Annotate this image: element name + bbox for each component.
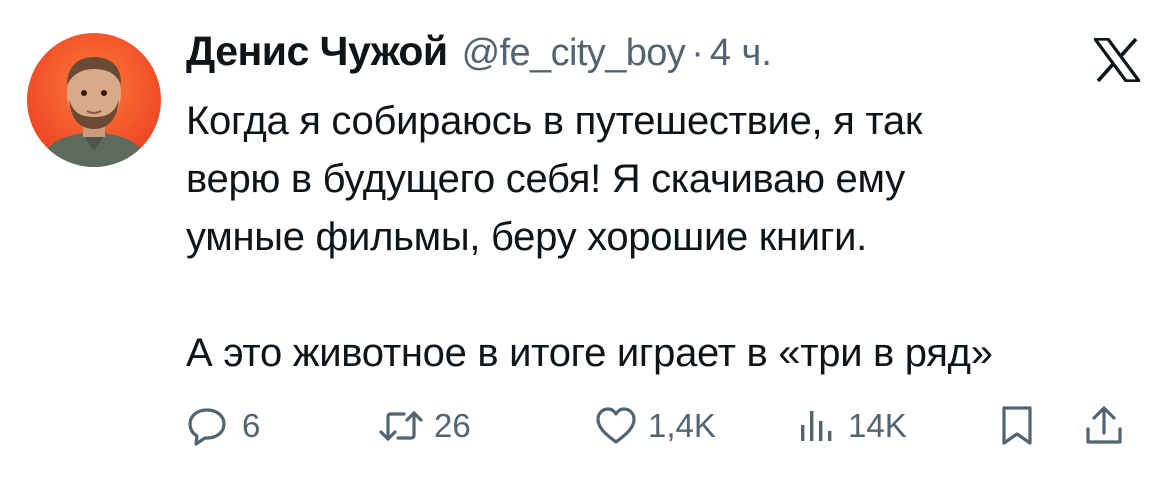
views-icon xyxy=(796,405,836,447)
share-icon xyxy=(1082,404,1126,448)
bookmark-button[interactable] xyxy=(998,398,1036,454)
header-separator: · xyxy=(691,32,704,74)
reply-count: 6 xyxy=(242,407,261,444)
views-button[interactable]: 14K xyxy=(796,398,907,454)
retweet-count: 26 xyxy=(434,407,471,444)
x-logo-icon[interactable] xyxy=(1091,37,1143,83)
bookmark-icon xyxy=(998,404,1036,448)
reply-button[interactable]: 6 xyxy=(186,398,260,454)
like-button[interactable]: 1,4K xyxy=(594,398,716,454)
tweet-timestamp[interactable]: 4 ч. xyxy=(710,32,772,75)
reply-icon xyxy=(186,405,228,447)
retweet-button[interactable]: 26 xyxy=(378,398,471,454)
tweet-action-bar: 6 26 1,4K 14K xyxy=(186,398,1138,454)
like-count: 1,4K xyxy=(648,407,716,444)
share-button[interactable] xyxy=(1082,398,1126,454)
views-count: 14K xyxy=(848,407,907,444)
tweet-card[interactable]: Денис Чужой @fe_city_boy · 4 ч. Когда я … xyxy=(0,0,1170,482)
author-display-name[interactable]: Денис Чужой xyxy=(186,28,448,75)
author-handle[interactable]: @fe_city_boy xyxy=(462,32,686,75)
avatar-image xyxy=(27,33,161,167)
tweet-text: Когда я собираюсь в путешествие, я так в… xyxy=(186,99,993,375)
tweet-header: Денис Чужой @fe_city_boy · 4 ч. xyxy=(186,28,772,84)
retweet-icon xyxy=(378,405,424,447)
heart-icon xyxy=(594,405,638,447)
avatar[interactable] xyxy=(27,33,161,167)
